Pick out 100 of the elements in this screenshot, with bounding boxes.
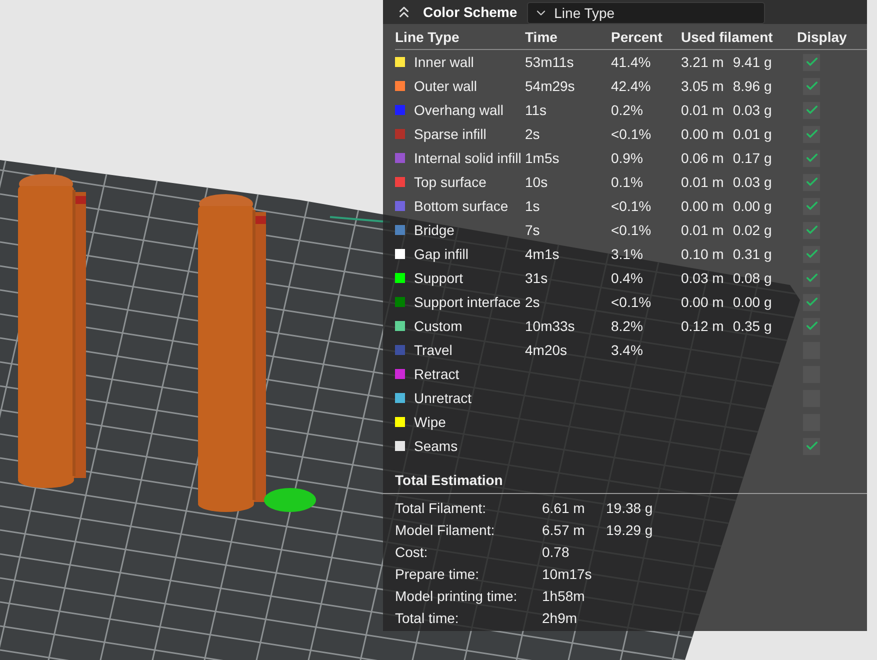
estimate-value: 1h58m xyxy=(542,587,586,606)
estimate-value: 19.38 g xyxy=(606,499,653,518)
filament-length: 3.05 m xyxy=(681,77,724,96)
display-checkbox[interactable] xyxy=(803,54,820,70)
display-checkbox[interactable] xyxy=(803,198,820,214)
percent-value: 0.4% xyxy=(611,269,643,288)
filament-weight: 0.02 g xyxy=(732,221,772,240)
percent-value: 0.1% xyxy=(611,173,643,192)
line-type-name: Overhang wall xyxy=(414,101,504,120)
percent-value: <0.1% xyxy=(611,221,652,240)
checkmark-icon xyxy=(804,319,818,333)
line-type-name: Top surface xyxy=(414,173,486,192)
checkmark-icon xyxy=(804,271,818,285)
time-value: 54m29s xyxy=(525,77,575,96)
time-value: 1s xyxy=(525,197,540,216)
time-value: 4m1s xyxy=(525,245,560,264)
filament-weight: 0.35 g xyxy=(732,317,772,336)
checkmark-icon xyxy=(804,223,818,237)
display-checkbox[interactable] xyxy=(803,246,820,262)
filament-weight: 0.31 g xyxy=(732,245,772,264)
filament-length: 0.01 m xyxy=(681,101,724,120)
column-header: Display xyxy=(797,24,867,50)
filament-weight: 9.41 g xyxy=(732,53,772,72)
display-checkbox[interactable] xyxy=(803,294,820,310)
filament-length: 0.00 m xyxy=(681,293,724,312)
estimate-label: Total Filament: xyxy=(395,499,488,518)
estimate-label: Model printing time: xyxy=(395,587,518,606)
time-value: 1m5s xyxy=(525,149,560,168)
filament-weight: 8.96 g xyxy=(732,77,772,96)
column-header: Percent xyxy=(611,24,681,50)
estimate-value: 6.61 m xyxy=(542,499,586,518)
time-value: 4m20s xyxy=(525,341,568,360)
percent-value: 8.2% xyxy=(611,317,643,336)
filament-length: 0.12 m xyxy=(681,317,724,336)
column-header: Used filament xyxy=(681,24,797,50)
line-type-name: Unretract xyxy=(414,389,472,408)
display-checkbox[interactable] xyxy=(803,78,820,94)
filament-weight: 0.03 g xyxy=(732,101,772,120)
checkmark-icon xyxy=(804,103,818,117)
estimate-value: 10m17s xyxy=(542,565,593,584)
line-type-name: Sparse infill xyxy=(414,125,486,144)
time-value: 2s xyxy=(525,293,540,312)
filament-length: 0.01 m xyxy=(681,221,724,240)
display-checkbox[interactable] xyxy=(803,438,820,454)
section-title: Total Estimation xyxy=(383,458,867,494)
filament-length: 0.10 m xyxy=(681,245,724,264)
filament-length: 0.00 m xyxy=(681,125,724,144)
line-type-name: Custom xyxy=(414,317,462,336)
line-type-name: Internal solid infill xyxy=(414,149,522,168)
panel-title: Color Scheme xyxy=(423,4,518,20)
percent-value: 41.4% xyxy=(611,53,651,72)
filament-weight: 0.00 g xyxy=(732,293,772,312)
color-scheme-select[interactable]: Line Type xyxy=(527,2,766,24)
checkmark-icon xyxy=(804,79,818,93)
estimate-label: Total time: xyxy=(395,609,460,628)
checkmark-icon xyxy=(804,175,818,189)
estimate-value: 2h9m xyxy=(542,609,578,628)
percent-value: 3.1% xyxy=(611,245,643,264)
display-checkbox[interactable] xyxy=(803,126,820,142)
line-type-name: Travel xyxy=(414,341,452,360)
percent-value: 0.9% xyxy=(611,149,643,168)
time-value: 31s xyxy=(525,269,548,288)
time-value: 11s xyxy=(525,101,547,120)
percent-value: 0.2% xyxy=(611,101,643,120)
display-checkbox[interactable] xyxy=(803,174,820,190)
line-type-name: Inner wall xyxy=(414,53,474,72)
estimate-label: Cost: xyxy=(395,543,429,562)
filament-length: 0.06 m xyxy=(681,149,724,168)
filament-weight: 0.03 g xyxy=(732,173,772,192)
support-blob-drawing xyxy=(264,488,316,512)
column-header: Line Type xyxy=(395,24,525,50)
percent-value: <0.1% xyxy=(611,293,652,312)
checkmark-icon xyxy=(804,127,818,141)
line-type-name: Seams xyxy=(414,437,458,456)
estimate-value: 0.78 xyxy=(542,543,570,562)
checkmark-icon xyxy=(804,199,818,213)
checkmark-icon xyxy=(804,295,818,309)
estimate-label: Prepare time: xyxy=(395,565,480,584)
line-type-name: Bridge xyxy=(414,221,454,240)
display-checkbox[interactable] xyxy=(803,318,820,334)
filament-length: 0.01 m xyxy=(681,173,724,192)
percent-value: <0.1% xyxy=(611,197,652,216)
display-checkbox[interactable] xyxy=(803,270,820,286)
display-checkbox[interactable] xyxy=(803,222,820,238)
filament-length: 0.03 m xyxy=(681,269,724,288)
line-type-name: Support xyxy=(414,269,464,288)
line-type-name: Retract xyxy=(414,365,460,384)
checkmark-icon xyxy=(804,247,818,261)
percent-value: <0.1% xyxy=(611,125,652,144)
display-checkbox[interactable] xyxy=(803,150,820,166)
display-checkbox[interactable] xyxy=(803,102,820,118)
filament-weight: 0.01 g xyxy=(732,125,772,144)
time-value: 10s xyxy=(525,173,548,192)
percent-value: 42.4% xyxy=(611,77,651,96)
filament-weight: 0.08 g xyxy=(732,269,772,288)
line-type-name: Outer wall xyxy=(414,77,478,96)
time-value: 2s xyxy=(525,125,540,144)
column-header: Time xyxy=(525,24,611,50)
line-type-name: Wipe xyxy=(414,413,446,432)
filament-length: 3.21 m xyxy=(681,53,724,72)
